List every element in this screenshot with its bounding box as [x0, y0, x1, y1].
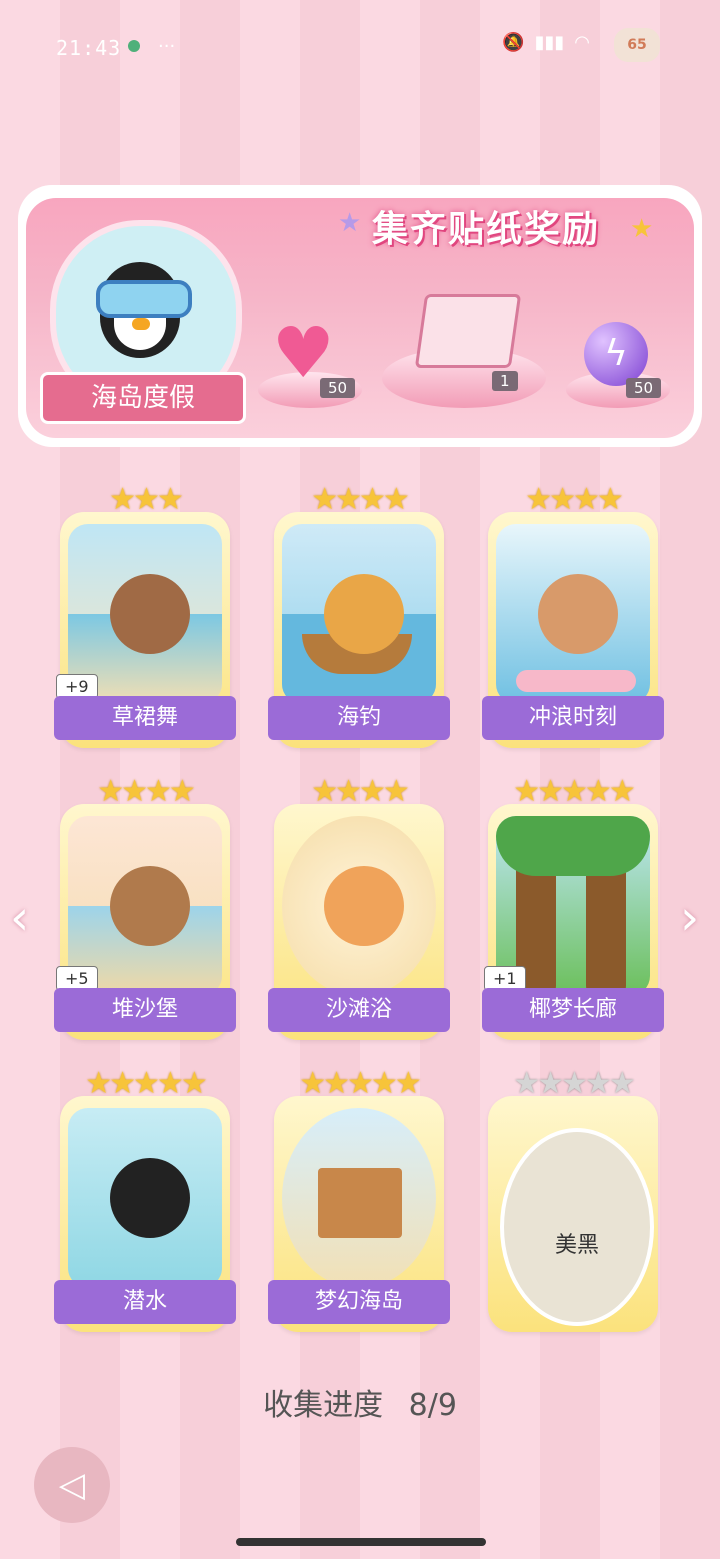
card-stars: ★★★ [109, 482, 184, 517]
card-label: 堆沙堡 [54, 988, 236, 1032]
card-label: 潜水 [54, 1280, 236, 1324]
palm-tree-icon [496, 816, 650, 876]
status-time: 21:43 [56, 36, 122, 60]
collection-progress: 收集进度 8/9 [0, 1380, 720, 1424]
status-bar: 21:43 ··· 🔕 ▮▮▮ ◠ 65 [0, 0, 720, 90]
penguin-icon [110, 1158, 190, 1238]
sticker-card[interactable]: ★★★ +9 草裙舞 [54, 482, 236, 748]
card-stars: ★★★★★ [513, 774, 635, 809]
card-label: 椰梦长廊 [482, 988, 664, 1032]
reward-count: 50 [626, 378, 662, 398]
card-stars: ★★★★ [97, 774, 196, 809]
mute-icon: 🔕 [502, 32, 525, 53]
star-deco-icon: ★ [630, 214, 654, 244]
card-stars: ★★★★ [311, 482, 410, 517]
card-label: 梦幻海岛 [268, 1280, 450, 1324]
sticker-card-locked[interactable]: ★★★★★ 美黑 [488, 1066, 658, 1332]
reward-count: 1 [492, 371, 518, 391]
capybara-icon [110, 574, 190, 654]
progress-label: 收集进度 [263, 1388, 384, 1423]
card-label: 美黑 [554, 1233, 599, 1258]
beach-hut-icon [318, 1168, 402, 1238]
card-label: 沙滩浴 [268, 988, 450, 1032]
card-stars: ★★★★★ [299, 1066, 421, 1101]
sticker-card[interactable]: ★★★★ 沙滩浴 [268, 774, 450, 1040]
card-stars: ★★★★ [311, 774, 410, 809]
medal-label: 海岛度假 [40, 372, 246, 424]
hamster-icon [538, 574, 618, 654]
card-art [68, 1108, 222, 1288]
wifi-icon: ◠ [574, 32, 590, 53]
sticker-card[interactable]: ★★★★★ 梦幻海岛 [268, 1066, 450, 1332]
battery-icon: 65 [614, 28, 660, 62]
card-label: 海钓 [268, 696, 450, 740]
sticker-card[interactable]: ★★★★ +5 堆沙堡 [54, 774, 236, 1040]
card-art [282, 1108, 436, 1288]
back-button[interactable]: ◁ [34, 1447, 110, 1523]
signal-icon: ▮▮▮ [534, 32, 565, 53]
back-arrow-icon: ◁ [58, 1465, 86, 1505]
locked-placeholder: 美黑 [500, 1128, 654, 1326]
card-stars: ★★★★★ [85, 1066, 207, 1101]
more-notifications-icon: ··· [158, 36, 176, 57]
reward-count: 50 [320, 378, 356, 398]
sticker-card[interactable]: ★★★★★ 潜水 [54, 1066, 236, 1332]
sticker-card[interactable]: ★★★★ 海钓 [268, 482, 450, 748]
sticker-card[interactable]: ★★★★ 冲浪时刻 [482, 482, 664, 748]
card-art [282, 524, 436, 704]
star-deco-icon: ★ [338, 208, 362, 238]
energy-orb-icon[interactable]: ϟ [584, 322, 648, 386]
cat-icon [324, 866, 404, 946]
bear-icon [110, 866, 190, 946]
prev-page-arrow-icon[interactable]: ‹ [10, 890, 29, 946]
banner-title: 集齐贴纸奖励 [372, 209, 601, 250]
card-stars: ★★★★ [525, 482, 624, 517]
card-art [496, 524, 650, 704]
card-stars: ★★★★★ [513, 1066, 635, 1101]
gift-box-icon[interactable] [414, 294, 522, 368]
sticker-card[interactable]: ★★★★★ +1 椰梦长廊 [482, 774, 664, 1040]
card-art [282, 816, 436, 996]
card-label: 冲浪时刻 [482, 696, 664, 740]
home-indicator[interactable] [236, 1538, 486, 1546]
progress-value: 8/9 [408, 1388, 457, 1423]
status-icons: 🔕 ▮▮▮ ◠ [502, 32, 590, 53]
lion-icon [324, 574, 404, 654]
next-page-arrow-icon[interactable]: › [680, 890, 699, 946]
card-label: 草裙舞 [54, 696, 236, 740]
app-notification-icon [128, 40, 140, 52]
